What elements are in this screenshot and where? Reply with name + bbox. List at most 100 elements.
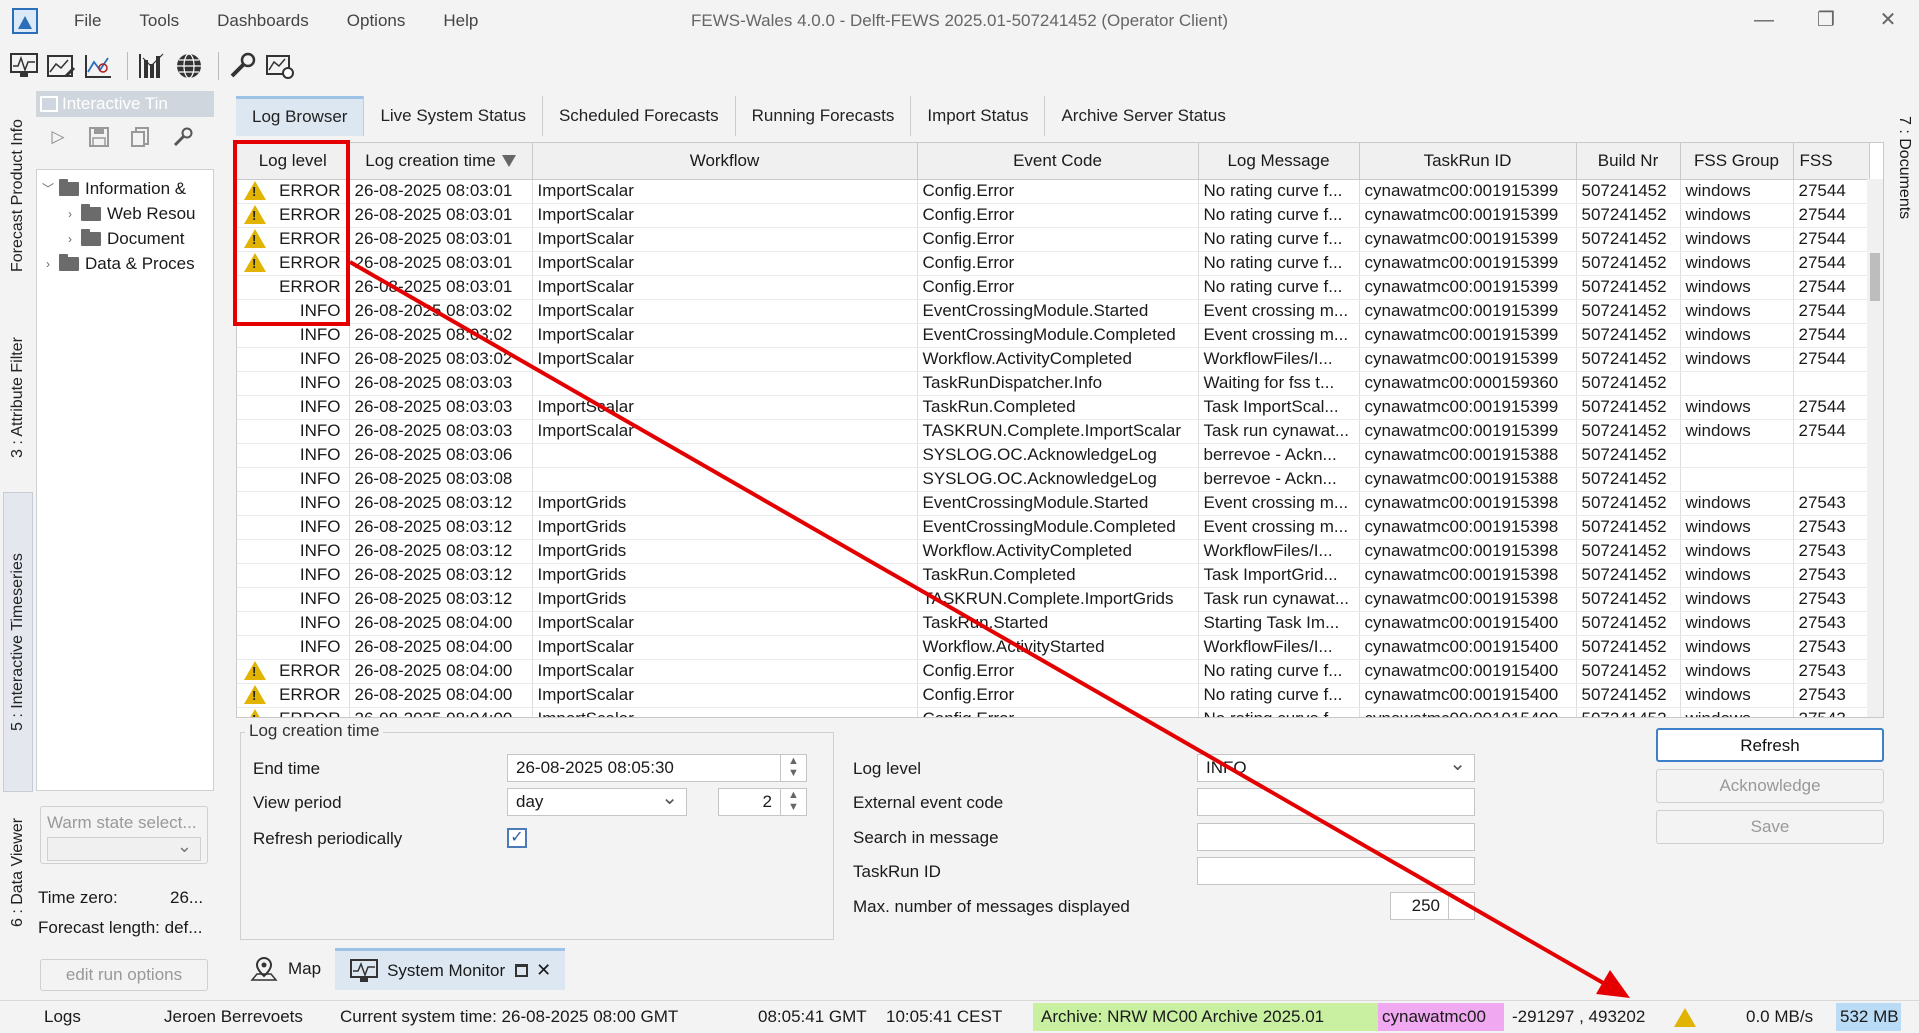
- table-row[interactable]: INFO 26-08-2025 08:03:03 ImportScalar TASKR…: [237, 419, 1870, 444]
- cell-log-time: 26-08-2025 08:03:02: [349, 299, 533, 324]
- vtab-documents[interactable]: 7 : Documents: [1889, 104, 1919, 232]
- table-row[interactable]: ERROR 26-08-2025 08:04:00ImportScalarConf…: [237, 659, 1870, 684]
- chevron-down-icon[interactable]: ﹀: [41, 180, 55, 197]
- chart-edit-icon[interactable]: [45, 50, 77, 82]
- menu-options[interactable]: Options: [347, 11, 406, 31]
- table-row[interactable]: ERROR26-08-2025 08:03:01ImportScalarConf…: [237, 179, 1870, 204]
- end-time-field[interactable]: 26-08-2025 08:05:30 ▲ ▼: [507, 754, 807, 782]
- status-logs[interactable]: Logs: [44, 1007, 152, 1027]
- tab-map[interactable]: Map: [236, 948, 335, 990]
- col-header-fss[interactable]: FSS: [1793, 143, 1870, 180]
- chevron-right-icon[interactable]: ›: [41, 257, 55, 271]
- log-level-dropdown[interactable]: INFO: [1197, 751, 1475, 782]
- maximize-icon[interactable]: [515, 964, 529, 977]
- tab-import-status[interactable]: Import Status: [911, 96, 1046, 136]
- view-period-count-field[interactable]: 2 ▲ ▼: [718, 788, 807, 816]
- wrench-icon[interactable]: [172, 125, 194, 149]
- table-vertical-scrollbar[interactable]: [1867, 179, 1883, 717]
- taskrun-id-input[interactable]: [1197, 857, 1475, 885]
- close-window-button[interactable]: ✕: [1857, 0, 1919, 42]
- col-header-log-creation-time[interactable]: Log creation time: [349, 143, 533, 180]
- search-message-input[interactable]: [1197, 823, 1475, 851]
- restore-button[interactable]: ❐: [1795, 0, 1857, 42]
- col-header-taskrun-id[interactable]: TaskRun ID: [1359, 143, 1577, 180]
- table-row[interactable]: INFO 26-08-2025 08:03:03 TaskRunDispatcher…: [237, 371, 1870, 396]
- table-row[interactable]: INFO 26-08-2025 08:03:03 ImportScalar TaskR…: [237, 395, 1870, 420]
- menu-file[interactable]: File: [74, 11, 101, 31]
- table-row[interactable]: INFO 26-08-2025 08:03:06 SYSLOG.OC.Acknowl…: [237, 443, 1870, 468]
- col-header-log-message[interactable]: Log Message: [1198, 143, 1360, 180]
- menu-dashboards[interactable]: Dashboards: [217, 11, 309, 31]
- scrollbar-thumb[interactable]: [1870, 253, 1880, 301]
- menu-help[interactable]: Help: [443, 11, 478, 31]
- cell-log-message: No rating curve f...: [1198, 203, 1360, 228]
- save-icon[interactable]: [88, 125, 110, 149]
- tab-scheduled-forecasts[interactable]: Scheduled Forecasts: [543, 96, 736, 136]
- vtab-attribute-filter[interactable]: 3 : Attribute Filter: [3, 318, 33, 478]
- save-button[interactable]: Save: [1656, 810, 1884, 844]
- table-row[interactable]: INFO 26-08-2025 08:03:12 ImportGrids TaskRu…: [237, 563, 1870, 588]
- log-level-text: INFO: [299, 565, 341, 584]
- table-row[interactable]: INFO 26-08-2025 08:03:12 ImportGrids EventC…: [237, 515, 1870, 540]
- cell-log-level: INFO: [237, 563, 350, 588]
- edit-run-options-button[interactable]: edit run options: [40, 959, 208, 991]
- status-warning-icon[interactable]: [1674, 1007, 1696, 1027]
- table-row[interactable]: INFO 26-08-2025 08:03:12 ImportGrids TASKRU…: [237, 587, 1870, 612]
- table-row[interactable]: ERROR26-08-2025 08:03:01ImportScalarConf…: [237, 275, 1870, 300]
- vtab-data-viewer[interactable]: 6 : Data Viewer: [3, 808, 33, 936]
- table-row[interactable]: INFO 26-08-2025 08:03:02 ImportScalar Workf…: [237, 347, 1870, 372]
- max-messages-field[interactable]: 250 ⌄: [1390, 892, 1475, 920]
- chevron-right-icon[interactable]: ›: [63, 232, 77, 246]
- log-level-text: INFO: [299, 613, 341, 632]
- tree-node-web-resources[interactable]: › Web Resou: [37, 201, 213, 226]
- tree-node-documents[interactable]: › Document: [37, 226, 213, 251]
- copy-icon[interactable]: [130, 125, 152, 149]
- play-icon[interactable]: ▷: [48, 125, 68, 149]
- tab-log-browser[interactable]: Log Browser: [236, 96, 365, 136]
- tab-running-forecasts[interactable]: Running Forecasts: [736, 96, 912, 136]
- table-row[interactable]: INFO 26-08-2025 08:03:02 ImportScalar Event…: [237, 323, 1870, 348]
- vtab-interactive-timeseries[interactable]: 5 : Interactive Timeseries: [3, 492, 33, 792]
- col-header-workflow[interactable]: Workflow: [532, 143, 918, 180]
- table-row[interactable]: INFO 26-08-2025 08:03:02 ImportScalar Event…: [237, 299, 1870, 324]
- max-messages-dropdown[interactable]: ⌄: [1448, 893, 1474, 919]
- tab-live-system-status[interactable]: Live System Status: [364, 96, 543, 136]
- view-period-dropdown[interactable]: day: [507, 785, 687, 816]
- refresh-periodically-checkbox[interactable]: ✓: [507, 828, 527, 848]
- cell-log-message: Task run cynawat...: [1198, 587, 1360, 612]
- globe-icon[interactable]: [173, 50, 205, 82]
- menu-tools[interactable]: Tools: [139, 11, 179, 31]
- col-header-build-nr[interactable]: Build Nr: [1576, 143, 1681, 180]
- chart-analysis-icon[interactable]: [82, 50, 114, 82]
- table-row[interactable]: ERROR26-08-2025 08:03:01ImportScalarConf…: [237, 203, 1870, 228]
- col-header-event-code[interactable]: Event Code: [917, 143, 1199, 180]
- table-row[interactable]: INFO 26-08-2025 08:03:12 ImportGrids Workfl…: [237, 539, 1870, 564]
- wrench-icon[interactable]: [227, 50, 259, 82]
- chevron-right-icon[interactable]: ›: [63, 207, 77, 221]
- close-tab-icon[interactable]: ✕: [536, 960, 551, 981]
- external-event-input[interactable]: [1197, 788, 1475, 816]
- tab-system-monitor[interactable]: System Monitor ✕: [335, 948, 566, 990]
- tab-archive-server-status[interactable]: Archive Server Status: [1045, 96, 1241, 136]
- chart-settings-icon[interactable]: [264, 50, 296, 82]
- tree-node-data-processes[interactable]: › Data & Proces: [37, 251, 213, 276]
- warm-state-dropdown[interactable]: [47, 836, 201, 861]
- table-row[interactable]: INFO 26-08-2025 08:03:08 SYSLOG.OC.Acknowl…: [237, 467, 1870, 492]
- refresh-button[interactable]: Refresh: [1656, 728, 1884, 762]
- table-row[interactable]: ERROR 26-08-2025 08:04:00ImportScalarConf…: [237, 707, 1870, 717]
- table-row[interactable]: ERROR 26-08-2025 08:04:00ImportScalarConf…: [237, 683, 1870, 708]
- tree-node-information[interactable]: ﹀ Information &: [37, 176, 213, 201]
- view-period-spinner[interactable]: ▲ ▼: [780, 789, 806, 815]
- bar-chart-icon[interactable]: [136, 50, 168, 82]
- table-row[interactable]: INFO 26-08-2025 08:03:12 ImportGrids EventC…: [237, 491, 1870, 516]
- table-row[interactable]: INFO 26-08-2025 08:04:00 ImportScalar Workf…: [237, 635, 1870, 660]
- system-monitor-icon[interactable]: [8, 50, 40, 82]
- col-header-fss-group[interactable]: FSS Group: [1680, 143, 1794, 180]
- end-time-spinner[interactable]: ▲ ▼: [780, 755, 806, 781]
- table-row[interactable]: ERROR26-08-2025 08:03:01ImportScalarConf…: [237, 227, 1870, 252]
- table-row[interactable]: ERROR26-08-2025 08:03:01ImportScalarConf…: [237, 251, 1870, 276]
- vtab-forecast-product-info[interactable]: Forecast Product Info: [3, 96, 33, 296]
- minimize-button[interactable]: —: [1733, 0, 1795, 42]
- table-row[interactable]: INFO 26-08-2025 08:04:00 ImportScalar TaskR…: [237, 611, 1870, 636]
- acknowledge-button[interactable]: Acknowledge: [1656, 769, 1884, 803]
